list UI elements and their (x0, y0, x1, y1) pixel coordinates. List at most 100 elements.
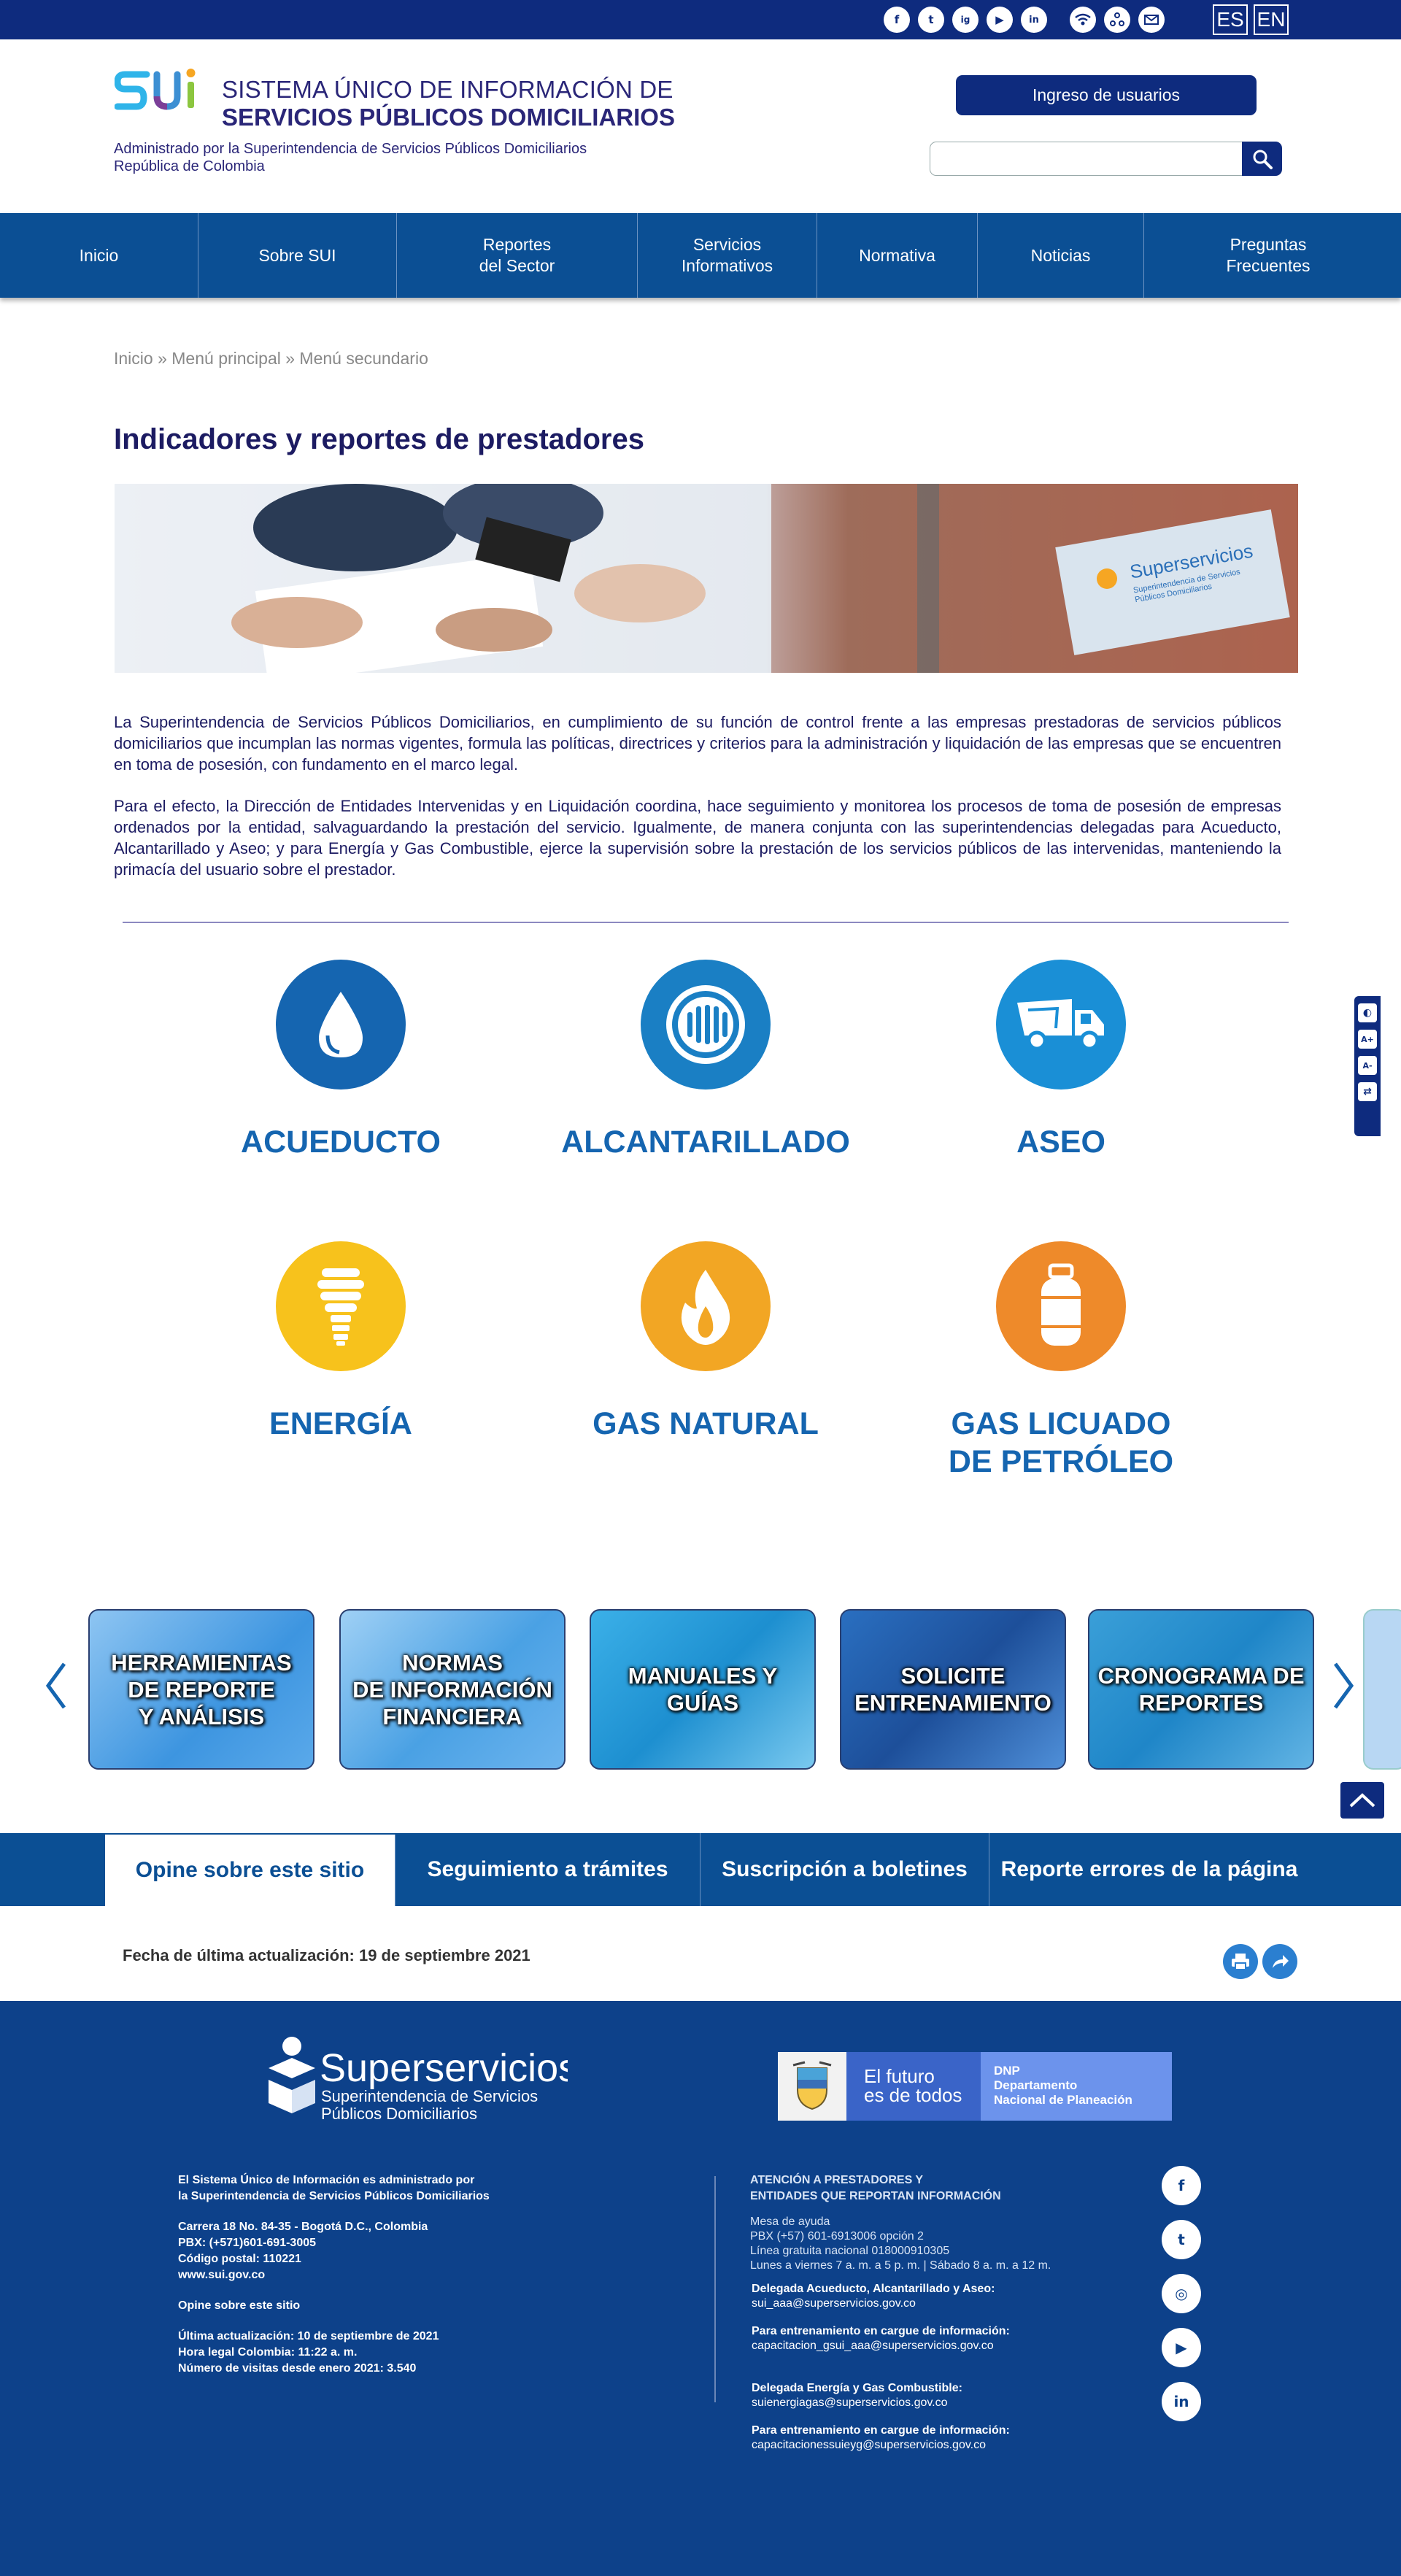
card-partial[interactable] (1363, 1609, 1401, 1770)
facebook-icon[interactable]: f (884, 7, 910, 33)
intro-paragraph-1: La Superintendencia de Servicios Público… (114, 713, 1281, 774)
tab-reporte-errores[interactable]: Reporte errores de la página (989, 1833, 1309, 1906)
card-normas[interactable]: NORMAS DE INFORMACIÓN FINANCIERA (339, 1609, 566, 1770)
nav-item-preguntas[interactable]: Preguntas Frecuentes (1144, 213, 1392, 298)
superservicios-logo[interactable]: Superservicios Superintendencia de Servi… (261, 2032, 568, 2126)
footer-pbx: PBX: (+571)601-691-3005 (178, 2237, 317, 2249)
breadcrumb[interactable]: Inicio » Menú principal » Menú secundari… (114, 349, 428, 369)
contact-aaa: Delegada Acueducto, Alcantarillado y Ase… (752, 2282, 995, 2311)
nav-item-sobre-sui[interactable]: Sobre SUI (198, 213, 397, 298)
help-line: Línea gratuita nacional 018000910305 (750, 2245, 950, 2257)
font-decrease-icon[interactable]: A- (1358, 1056, 1377, 1075)
contact-title: Para entrenamiento en cargue de informac… (752, 2325, 1010, 2337)
instagram-icon[interactable]: ig (952, 7, 979, 33)
dnp-name-line2: Nacional de Planeación (994, 2093, 1132, 2107)
lang-en-button[interactable]: EN (1254, 4, 1289, 35)
nav-item-servicios[interactable]: Servicios Informativos (638, 213, 817, 298)
service-alcantarillado[interactable]: ALCANTARILLADO (552, 960, 859, 1161)
share-button[interactable] (1262, 1944, 1297, 1979)
linkedin-icon[interactable]: in (1021, 7, 1047, 33)
service-label: GAS LICUADO DE PETRÓLEO (948, 1406, 1174, 1479)
contact-energia: Delegada Energía y Gas Combustible: suie… (752, 2381, 962, 2410)
help-line: Mesa de ayuda (750, 2216, 830, 2228)
card-herramientas[interactable]: HERRAMIENTAS DE REPORTE Y ANÁLISIS (88, 1609, 314, 1770)
search-input[interactable] (930, 142, 1243, 176)
service-aseo[interactable]: ASEO (908, 960, 1214, 1161)
footer-opine-link[interactable]: Opine sobre este sitio (178, 2298, 490, 2314)
search-icon (1253, 150, 1273, 169)
card-label: CRONOGRAMA DE REPORTES (1097, 1663, 1305, 1716)
sui-logo[interactable] (115, 67, 214, 130)
accessibility-toolbar: ◐ A+ A- ⇄ (1354, 996, 1381, 1136)
tab-suscripcion[interactable]: Suscripción a boletines (700, 1833, 989, 1906)
water-drop-icon (276, 960, 406, 1090)
wifi-icon[interactable] (1070, 7, 1096, 33)
nav-item-noticias[interactable]: Noticias (978, 213, 1144, 298)
carousel-next-arrow[interactable] (1328, 1657, 1357, 1715)
accessibility-icon[interactable] (1104, 7, 1130, 33)
back-to-top-button[interactable] (1340, 1782, 1384, 1819)
twitter-icon[interactable]: t (918, 7, 944, 33)
service-glp[interactable]: GAS LICUADO DE PETRÓLEO (908, 1241, 1214, 1481)
footer-last-update: Última actualización: 10 de septiembre d… (178, 2330, 439, 2342)
tab-opine[interactable]: Opine sobre este sitio (105, 1835, 395, 1906)
card-manuales[interactable]: MANUALES Y GUÍAS (590, 1609, 816, 1770)
footer-address: Carrera 18 No. 84-35 - Bogotá D.C., Colo… (178, 2221, 428, 2233)
footer-instagram-icon[interactable]: ◎ (1162, 2274, 1201, 2313)
card-entrenamiento[interactable]: SOLICITE ENTRENAMIENTO (840, 1609, 1066, 1770)
service-acueducto[interactable]: ACUEDUCTO (188, 960, 494, 1161)
font-increase-icon[interactable]: A+ (1358, 1030, 1377, 1049)
card-cronograma[interactable]: CRONOGRAMA DE REPORTES (1088, 1609, 1314, 1770)
service-label: GAS NATURAL (593, 1406, 819, 1441)
page-title: Indicadores y reportes de prestadores (114, 423, 644, 455)
print-icon (1232, 1954, 1249, 1970)
top-bar: f t ig ▶ in ES EN (0, 0, 1401, 39)
contrast-icon[interactable]: ◐ (1358, 1003, 1377, 1022)
chevron-up-icon (1349, 1793, 1375, 1808)
footer-visits: Número de visitas desde enero 2021: 3.54… (178, 2362, 417, 2375)
footer-youtube-icon[interactable]: ▶ (1162, 2328, 1201, 2367)
contact-email-link[interactable]: capacitacionessuieyg@superservicios.gov.… (752, 2438, 1010, 2453)
contact-energia-training: Para entrenamiento en cargue de informac… (752, 2423, 1010, 2453)
logo-title-line1: SISTEMA ÚNICO DE INFORMACIÓN DE (222, 76, 674, 103)
carousel-prev-arrow[interactable] (42, 1657, 72, 1715)
lang-es-button[interactable]: ES (1213, 4, 1248, 35)
service-gas-natural[interactable]: GAS NATURAL (552, 1241, 859, 1443)
footer-info: El Sistema Único de Información es admin… (178, 2172, 490, 2377)
contact-email-link[interactable]: capacitacion_gsui_aaa@superservicios.gov… (752, 2339, 1010, 2353)
print-button[interactable] (1223, 1944, 1258, 1979)
youtube-icon[interactable]: ▶ (987, 7, 1013, 33)
contact-email-link[interactable]: sui_aaa@superservicios.gov.co (752, 2297, 995, 2311)
nav-item-reportes[interactable]: Reportes del Sector (397, 213, 638, 298)
dnp-logo[interactable]: El futuro es de todos DNP Departamento N… (778, 2052, 1172, 2121)
service-energia[interactable]: ENERGÍA (188, 1241, 494, 1443)
tab-seguimiento[interactable]: Seguimiento a trámites (395, 1833, 700, 1906)
main-nav: Inicio Sobre SUI Reportes del Sector Ser… (0, 213, 1401, 298)
search-button[interactable] (1242, 142, 1282, 176)
footer-twitter-icon[interactable]: t (1162, 2220, 1201, 2259)
footer-website-link[interactable]: www.sui.gov.co (178, 2267, 490, 2283)
footer-brand-sub1: Superintendencia de Servicios (321, 2087, 538, 2105)
footer-line: la Superintendencia de Servicios Público… (178, 2190, 490, 2202)
light-bulb-icon (276, 1241, 406, 1371)
contact-title: ENTIDADES QUE REPORTAN INFORMACIÓN (750, 2190, 1001, 2202)
service-label: ASEO (1016, 1125, 1105, 1160)
nav-item-inicio[interactable]: Inicio (0, 213, 198, 298)
sewer-grate-icon (641, 960, 771, 1090)
colombia-shield-icon (778, 2052, 846, 2121)
footer-postal: Código postal: 110221 (178, 2253, 301, 2265)
garbage-truck-icon (996, 960, 1126, 1090)
card-label: MANUALES Y GUÍAS (628, 1663, 778, 1716)
gas-cylinder-icon (996, 1241, 1126, 1371)
contact-email-link[interactable]: suienergiagas@superservicios.gov.co (752, 2396, 962, 2410)
relay-service-icon[interactable]: ⇄ (1358, 1082, 1377, 1101)
footer-facebook-icon[interactable]: f (1162, 2166, 1201, 2205)
contact-title: ATENCIÓN A PRESTADORES Y (750, 2174, 924, 2186)
contact-title: Delegada Energía y Gas Combustible: (752, 2382, 962, 2394)
admin-line: Administrado por la Superintendencia de … (114, 141, 587, 157)
login-button[interactable]: Ingreso de usuarios (956, 75, 1257, 115)
mail-icon[interactable] (1138, 7, 1165, 33)
nav-item-normativa[interactable]: Normativa (817, 213, 978, 298)
service-label: ACUEDUCTO (241, 1125, 441, 1160)
footer-linkedin-icon[interactable]: in (1162, 2382, 1201, 2421)
